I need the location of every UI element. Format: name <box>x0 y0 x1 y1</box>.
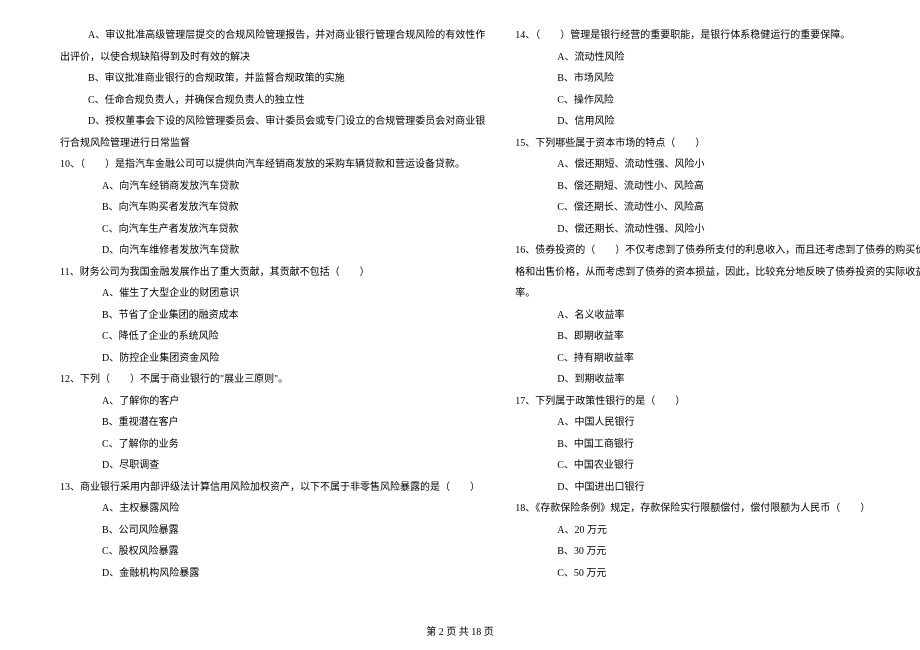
q12-option-d: D、尽职调查 <box>60 455 485 477</box>
q11-option-d: D、防控企业集团资金风险 <box>60 348 485 370</box>
q16-option-a: A、名义收益率 <box>515 305 920 327</box>
q12-option-c: C、了解你的业务 <box>60 434 485 456</box>
q15-option-a: A、偿还期短、流动性强、风险小 <box>515 154 920 176</box>
q9-option-d-line1: D、授权董事会下设的风险管理委员会、审计委员会或专门设立的合规管理委员会对商业银 <box>60 111 485 133</box>
q12-option-b: B、重视潜在客户 <box>60 412 485 434</box>
q11-option-c: C、降低了企业的系统风险 <box>60 326 485 348</box>
right-column: 14、（ ）管理是银行经营的重要职能，是银行体系稳健运行的重要保障。 A、流动性… <box>515 25 920 605</box>
q16-option-b: B、即期收益率 <box>515 326 920 348</box>
q10-stem: 10、（ ）是指汽车金融公司可以提供向汽车经销商发放的采购车辆贷款和营运设备贷款… <box>60 154 485 176</box>
q14-option-c: C、操作风险 <box>515 90 920 112</box>
q11-option-b: B、节省了企业集团的融资成本 <box>60 305 485 327</box>
q15-option-d: D、偿还期长、流动性强、风险小 <box>515 219 920 241</box>
q15-option-b: B、偿还期短、流动性小、风险高 <box>515 176 920 198</box>
q15-option-c: C、偿还期长、流动性小、风险高 <box>515 197 920 219</box>
q18-option-c: C、50 万元 <box>515 563 920 585</box>
q9-option-d-line2: 行合规风险管理进行日常监督 <box>60 133 485 155</box>
q9-option-c: C、任命合规负责人，并确保合规负责人的独立性 <box>60 90 485 112</box>
q14-option-d: D、信用风险 <box>515 111 920 133</box>
q17-option-d: D、中国进出口银行 <box>515 477 920 499</box>
q10-option-d: D、向汽车维修者发放汽车贷款 <box>60 240 485 262</box>
q11-stem: 11、财务公司为我国金融发展作出了重大贡献，其贡献不包括（ ） <box>60 262 485 284</box>
q16-stem-line1: 16、债券投资的（ ）不仅考虑到了债券所支付的利息收入，而且还考虑到了债券的购买… <box>515 240 920 262</box>
q10-option-b: B、向汽车购买者发放汽车贷款 <box>60 197 485 219</box>
q13-option-a: A、主权暴露风险 <box>60 498 485 520</box>
q13-option-d: D、金融机构风险暴露 <box>60 563 485 585</box>
q14-option-b: B、市场风险 <box>515 68 920 90</box>
q17-option-b: B、中国工商银行 <box>515 434 920 456</box>
q17-stem: 17、下列属于政策性银行的是（ ） <box>515 391 920 413</box>
q14-stem: 14、（ ）管理是银行经营的重要职能，是银行体系稳健运行的重要保障。 <box>515 25 920 47</box>
q11-option-a: A、催生了大型企业的财团意识 <box>60 283 485 305</box>
q13-option-b: B、公司风险暴露 <box>60 520 485 542</box>
q18-stem: 18、《存款保险条例》规定，存款保险实行限额偿付，偿付限额为人民币（ ） <box>515 498 920 520</box>
q17-option-a: A、中国人民银行 <box>515 412 920 434</box>
q10-option-a: A、向汽车经销商发放汽车贷款 <box>60 176 485 198</box>
page-footer: 第 2 页 共 18 页 <box>0 623 920 638</box>
q16-option-d: D、到期收益率 <box>515 369 920 391</box>
q16-stem-line3: 率。 <box>515 283 920 305</box>
q12-stem: 12、下列（ ）不属于商业银行的"展业三原则"。 <box>60 369 485 391</box>
q14-option-a: A、流动性风险 <box>515 47 920 69</box>
q16-option-c: C、持有期收益率 <box>515 348 920 370</box>
q9-option-b: B、审议批准商业银行的合规政策，并监督合规政策的实施 <box>60 68 485 90</box>
q18-option-b: B、30 万元 <box>515 541 920 563</box>
q16-stem-line2: 格和出售价格，从而考虑到了债券的资本损益，因此，比较充分地反映了债券投资的实际收… <box>515 262 920 284</box>
q13-stem: 13、商业银行采用内部评级法计算信用风险加权资产，以下不属于非零售风险暴露的是（… <box>60 477 485 499</box>
q13-option-c: C、股权风险暴露 <box>60 541 485 563</box>
q18-option-a: A、20 万元 <box>515 520 920 542</box>
q12-option-a: A、了解你的客户 <box>60 391 485 413</box>
q10-option-c: C、向汽车生产者发放汽车贷款 <box>60 219 485 241</box>
q17-option-c: C、中国农业银行 <box>515 455 920 477</box>
left-column: A、审议批准高级管理层提交的合规风险管理报告，并对商业银行管理合规风险的有效性作… <box>60 25 485 605</box>
q9-option-a-line2: 出评价，以使合规缺陷得到及时有效的解决 <box>60 47 485 69</box>
q9-option-a-line1: A、审议批准高级管理层提交的合规风险管理报告，并对商业银行管理合规风险的有效性作 <box>60 25 485 47</box>
q15-stem: 15、下列哪些属于资本市场的特点（ ） <box>515 133 920 155</box>
document-content: A、审议批准高级管理层提交的合规风险管理报告，并对商业银行管理合规风险的有效性作… <box>60 25 860 605</box>
